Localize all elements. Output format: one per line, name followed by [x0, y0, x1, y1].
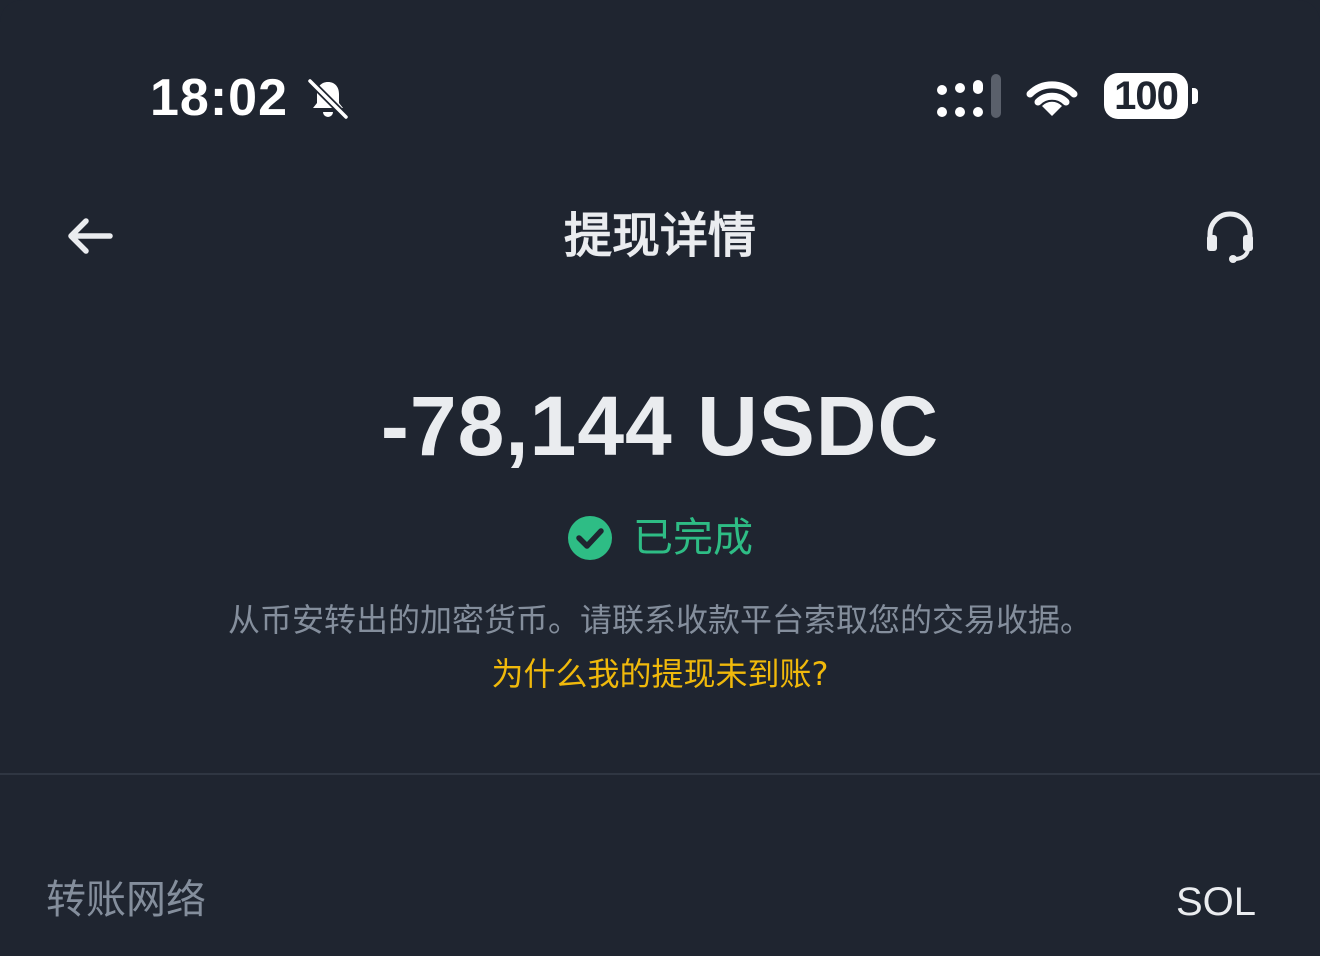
wifi-icon	[1026, 81, 1078, 116]
status-time: 18:02	[150, 69, 288, 127]
bell-muted-icon	[307, 78, 349, 120]
divider	[0, 773, 1320, 775]
withdrawal-detail-screen: 18:02 100 提现详情 -78,144 USDC 已完成 从币安转出的加密…	[0, 0, 1320, 956]
page-title: 提现详情	[563, 208, 756, 264]
signal-icon	[937, 74, 1001, 118]
battery-indicator: 100	[1104, 73, 1188, 119]
status-row: 已完成	[0, 510, 1320, 566]
network-value: SOL	[1175, 880, 1256, 924]
network-label: 转账网络	[46, 877, 206, 923]
withdrawal-amount: -78,144 USDC	[380, 379, 940, 473]
check-circle-icon	[568, 516, 612, 560]
description-text: 从币安转出的加密货币。请联系收款平台索取您的交易收据。	[227, 601, 1092, 639]
battery-tip	[1192, 88, 1198, 104]
headset-icon[interactable]	[1200, 206, 1260, 266]
status-text: 已完成	[633, 515, 753, 561]
withdrawal-help-link[interactable]: 为什么我的提现未到账?	[0, 652, 1320, 696]
